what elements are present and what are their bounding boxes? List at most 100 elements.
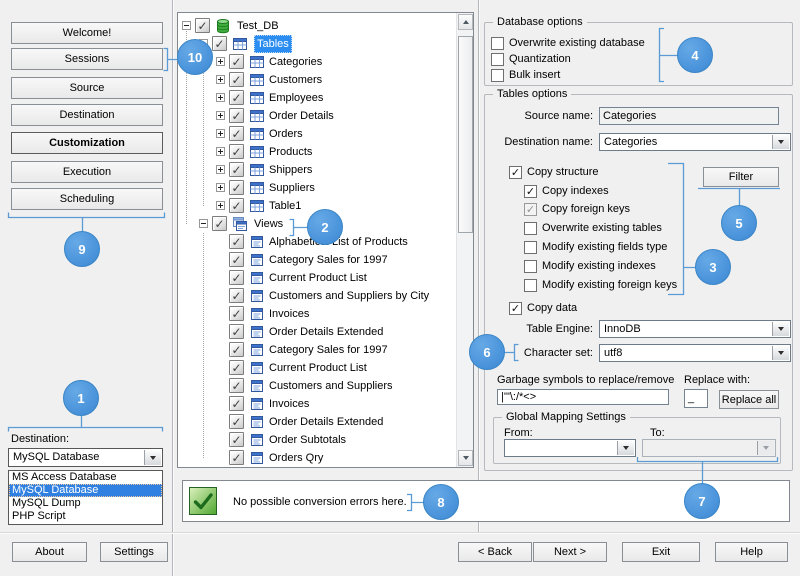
tree-checkbox[interactable]	[229, 288, 244, 303]
tree-checkbox[interactable]	[229, 126, 244, 141]
checkbox-copy-indexes[interactable]	[524, 185, 537, 198]
tree-node-label[interactable]: Category Sales for 1997	[269, 341, 388, 359]
tree-checkbox[interactable]	[229, 180, 244, 195]
chevron-down-icon[interactable]	[144, 450, 161, 465]
tree-node-label[interactable]: Order Subtotals	[269, 431, 346, 449]
collapse-minus-icon[interactable]	[182, 21, 191, 30]
expand-plus-icon[interactable]	[216, 57, 225, 66]
table-engine-select[interactable]: InnoDB	[599, 320, 791, 338]
chevron-down-icon[interactable]	[772, 135, 789, 149]
chevron-down-icon[interactable]	[772, 346, 789, 360]
expand-plus-icon[interactable]	[216, 75, 225, 84]
tree-scrollbar[interactable]	[456, 13, 473, 467]
settings-button[interactable]: Settings	[100, 542, 168, 562]
tree-node-label[interactable]: Views	[254, 215, 283, 233]
tree-node-label[interactable]: Categories	[269, 53, 322, 71]
exit-button[interactable]: Exit	[622, 542, 700, 562]
expand-plus-icon[interactable]	[216, 165, 225, 174]
tree-node-label[interactable]: Shippers	[269, 161, 312, 179]
checkbox-copy-structure[interactable]	[509, 166, 522, 179]
sidebar-item-welcome[interactable]: Welcome!	[11, 22, 163, 44]
tree-node-label[interactable]: Invoices	[269, 395, 309, 413]
tree-checkbox[interactable]	[229, 198, 244, 213]
tree-node-label[interactable]: Category Sales for 1997	[269, 251, 388, 269]
tree-checkbox[interactable]	[229, 360, 244, 375]
scrollbar-thumb[interactable]	[458, 36, 473, 233]
collapse-minus-icon[interactable]	[199, 219, 208, 228]
tree-node-label[interactable]: Test_DB	[237, 17, 279, 35]
checkbox-overwrite-existing-database[interactable]	[491, 37, 504, 50]
expand-plus-icon[interactable]	[216, 147, 225, 156]
tree-node-label[interactable]: Order Details	[269, 107, 334, 125]
tree-checkbox[interactable]	[229, 90, 244, 105]
checkbox-quantization[interactable]	[491, 53, 504, 66]
tree-node-label[interactable]: Order Details Extended	[269, 413, 383, 431]
tree-node-label[interactable]: Customers and Suppliers by City	[269, 287, 429, 305]
back-button[interactable]: < Back	[458, 542, 532, 562]
tree-node-label[interactable]: Table1	[269, 197, 301, 215]
tree-node-label[interactable]: Orders	[269, 125, 303, 143]
replace-with-input[interactable]: _	[684, 389, 708, 408]
next-button[interactable]: Next >	[533, 542, 607, 562]
sidebar-item-sessions[interactable]: Sessions	[11, 48, 163, 70]
tree-node-label[interactable]: Current Product List	[269, 359, 367, 377]
tree-node-label[interactable]: Products	[269, 143, 312, 161]
tree-checkbox[interactable]	[229, 270, 244, 285]
mapping-from-select[interactable]	[504, 439, 636, 457]
sidebar-item-customization[interactable]: Customization	[11, 132, 163, 154]
tree-node-label[interactable]: Customers and Suppliers	[269, 377, 393, 395]
sidebar-item-scheduling[interactable]: Scheduling	[11, 188, 163, 210]
checkbox-modify-existing-indexes[interactable]	[524, 260, 537, 273]
tree-checkbox[interactable]	[229, 144, 244, 159]
tree-checkbox[interactable]	[229, 162, 244, 177]
tree-checkbox[interactable]	[212, 216, 227, 231]
chevron-down-icon[interactable]	[772, 322, 789, 336]
tree-checkbox[interactable]	[229, 54, 244, 69]
tree-node-label[interactable]: Suppliers	[269, 179, 315, 197]
checkbox-modify-existing-fields-type[interactable]	[524, 241, 537, 254]
tree-checkbox[interactable]	[229, 234, 244, 249]
tree-checkbox[interactable]	[229, 396, 244, 411]
tree-checkbox[interactable]	[195, 18, 210, 33]
tree-checkbox[interactable]	[229, 252, 244, 267]
tree-checkbox[interactable]	[212, 36, 227, 51]
scroll-up-icon[interactable]	[458, 14, 473, 30]
tree-checkbox[interactable]	[229, 324, 244, 339]
list-item-mysql-dump[interactable]: MySQL Dump	[9, 497, 162, 510]
tree-node-label[interactable]: Invoices	[269, 305, 309, 323]
sidebar-item-source[interactable]: Source	[11, 77, 163, 99]
character-set-select[interactable]: utf8	[599, 344, 791, 362]
chevron-down-icon[interactable]	[617, 441, 634, 455]
tree-node-label[interactable]: Employees	[269, 89, 323, 107]
sidebar-item-destination[interactable]: Destination	[11, 104, 163, 126]
list-item-mysql-database[interactable]: MySQL Database	[9, 484, 162, 497]
checkbox-bulk-insert[interactable]	[491, 69, 504, 82]
help-button[interactable]: Help	[715, 542, 788, 562]
expand-plus-icon[interactable]	[216, 129, 225, 138]
filter-button[interactable]: Filter	[703, 167, 779, 187]
destination-select[interactable]: MySQL Database	[8, 448, 163, 467]
tree-checkbox[interactable]	[229, 450, 244, 465]
tree-node-label[interactable]: Customers	[269, 71, 322, 89]
tree-checkbox[interactable]	[229, 72, 244, 87]
sidebar-item-execution[interactable]: Execution	[11, 161, 163, 183]
tree-checkbox[interactable]	[229, 432, 244, 447]
checkbox-overwrite-existing-tables[interactable]	[524, 222, 537, 235]
expand-plus-icon[interactable]	[216, 183, 225, 192]
tree-checkbox[interactable]	[229, 414, 244, 429]
replace-all-button[interactable]: Replace all	[719, 390, 779, 409]
list-item-php-script[interactable]: PHP Script	[9, 510, 162, 523]
tree-node-label[interactable]: Orders Qry	[269, 449, 323, 467]
scroll-down-icon[interactable]	[458, 450, 473, 466]
tree-checkbox[interactable]	[229, 108, 244, 123]
checkbox-copy-data[interactable]	[509, 302, 522, 315]
list-item-ms-access-database[interactable]: MS Access Database	[9, 471, 162, 484]
destination-name-select[interactable]: Categories	[599, 133, 791, 151]
tree-checkbox[interactable]	[229, 342, 244, 357]
expand-plus-icon[interactable]	[216, 201, 225, 210]
tree-node-label[interactable]: Order Details Extended	[269, 323, 383, 341]
garbage-symbols-input[interactable]: |'"\:/*<>	[497, 389, 669, 405]
checkbox-modify-existing-foreign-keys[interactable]	[524, 279, 537, 292]
tree-checkbox[interactable]	[229, 378, 244, 393]
tree-node-label[interactable]: Current Product List	[269, 269, 367, 287]
